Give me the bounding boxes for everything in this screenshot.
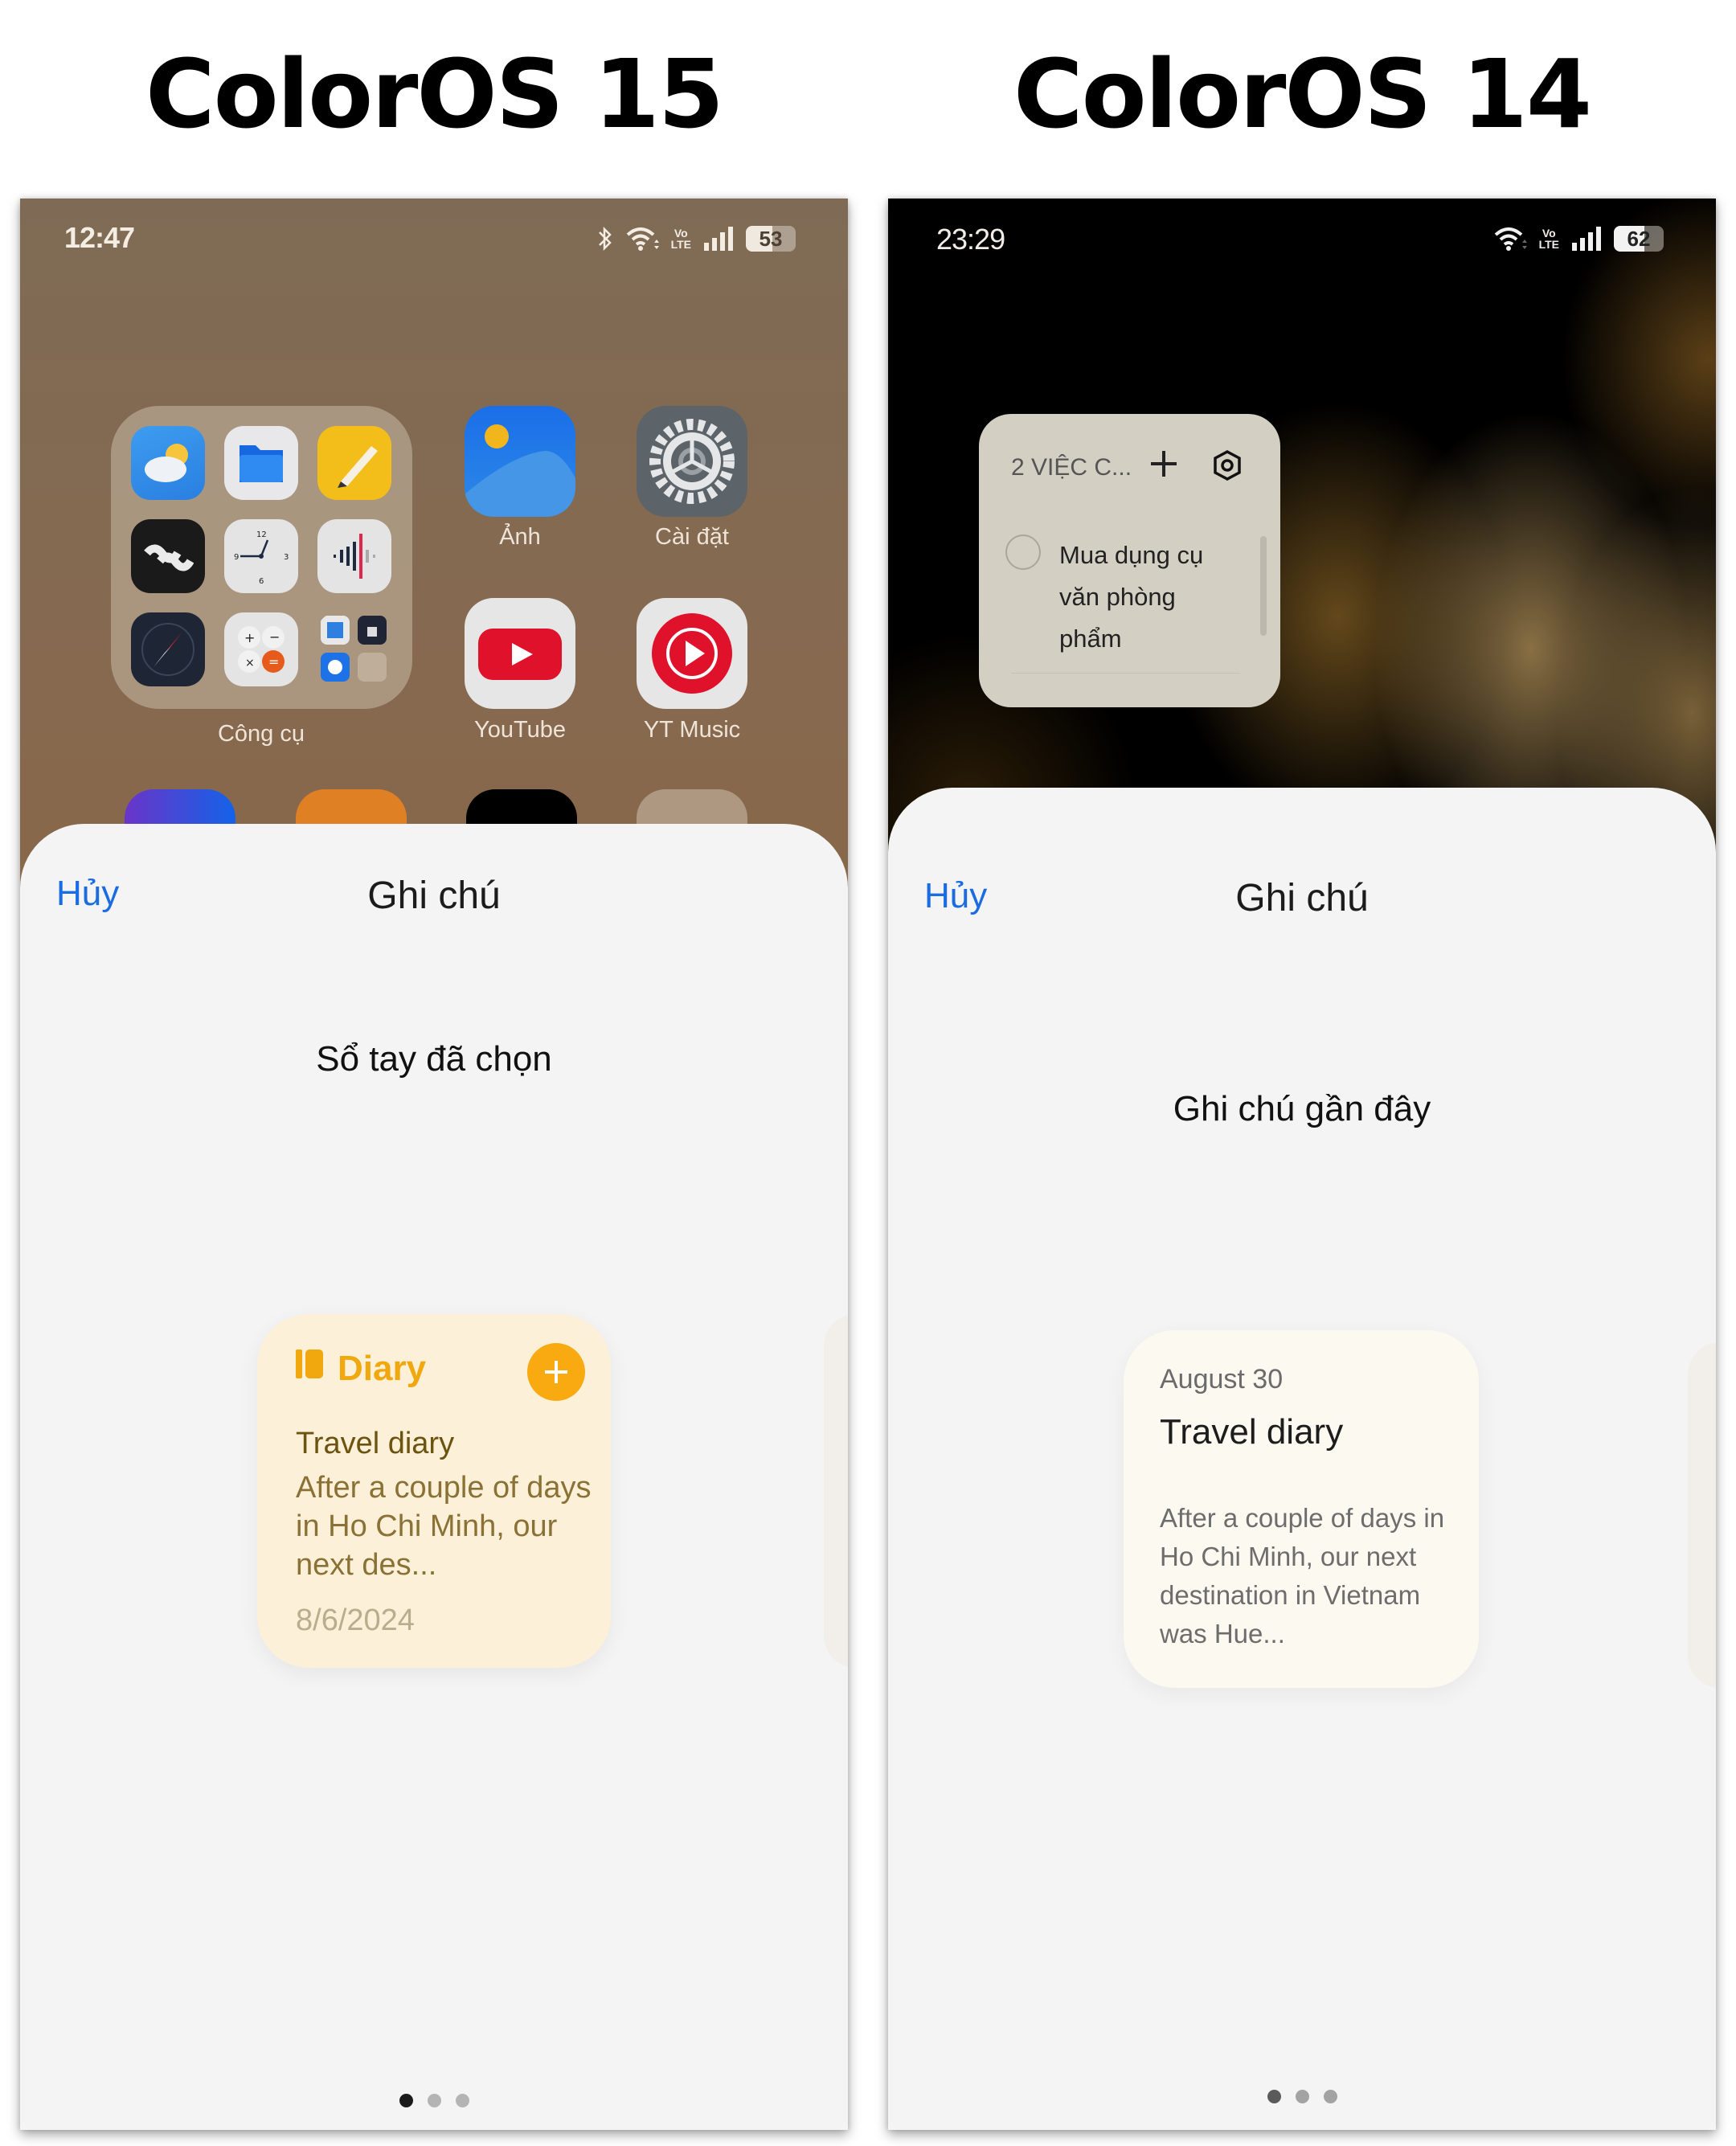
todo-widget[interactable]: 2 VIỆC C... Mua dụng cụ văn phòng phẩm — [979, 414, 1280, 707]
settings-app-icon[interactable] — [637, 406, 747, 517]
page-dot[interactable] — [1295, 2090, 1309, 2103]
volte-icon: Vo LTE — [670, 227, 691, 251]
plus-icon[interactable] — [1148, 448, 1180, 484]
youtube-app-icon[interactable] — [465, 598, 575, 709]
svg-text:×: × — [245, 657, 255, 670]
sheet-title: Ghi chú — [367, 874, 501, 917]
phone-coloros-14: 23:29 Vo LTE 62 2 VIỆC C... Mua dụng cụ … — [888, 199, 1716, 2130]
plus-icon — [545, 1361, 567, 1383]
note-body: After a couple of days in Ho Chi Minh, o… — [1160, 1503, 1445, 1648]
add-note-button[interactable] — [527, 1343, 585, 1401]
mini-folder-icon[interactable] — [317, 612, 391, 686]
signal-icon — [702, 225, 735, 252]
settings-hexagon-icon[interactable] — [1212, 449, 1243, 485]
files-app-icon[interactable] — [224, 426, 298, 500]
app-label-yt-music: YT Music — [643, 717, 741, 743]
todo-header: 2 VIỆC C... — [1011, 454, 1132, 481]
svg-text:6: 6 — [259, 577, 264, 586]
next-widget-peek[interactable] — [1688, 1342, 1716, 1688]
heading-coloros-14: ColorOS 14 — [1013, 39, 1592, 149]
note-date: 8/6/2024 — [296, 1603, 415, 1637]
signal-icon — [1570, 225, 1603, 252]
status-time: 23:29 — [936, 223, 1005, 256]
calculator-app-icon[interactable]: + − × = — [224, 612, 298, 686]
page-indicator — [888, 2090, 1716, 2103]
page-indicator — [20, 2094, 848, 2107]
notes-app-icon[interactable] — [317, 426, 391, 500]
svg-text:3: 3 — [284, 553, 289, 562]
status-bar: 12:47 Vo LTE 53 — [20, 199, 848, 287]
task-text: Mua dụng cụ văn phòng phẩm — [1059, 541, 1204, 653]
svg-text:+: + — [244, 630, 255, 645]
sheet-subtitle: Ghi chú gần đây — [1173, 1089, 1431, 1128]
note-body: After a couple of days in Ho Chi Minh, o… — [296, 1471, 592, 1582]
svg-text:=: = — [268, 654, 279, 670]
wifi-icon — [624, 225, 660, 252]
volte-icon: Vo LTE — [1538, 227, 1559, 251]
svg-text:−: − — [269, 629, 280, 645]
app-label-photos: Ảnh — [499, 524, 541, 550]
phone-coloros-15: 12:47 Vo LTE 53 12 9 3 6 + − × = Công cụ… — [20, 199, 848, 2130]
status-bar: 23:29 Vo LTE 62 — [888, 199, 1716, 287]
notebook-name: Diary — [338, 1348, 427, 1388]
battery-icon: 62 — [1614, 226, 1664, 252]
note-date: August 30 — [1160, 1364, 1284, 1394]
widget-picker-sheet: Hủy Ghi chú Sổ tay đã chọn Diary Travel … — [20, 824, 848, 2130]
next-widget-peek[interactable] — [824, 1314, 848, 1668]
widget-picker-sheet: Hủy Ghi chú Ghi chú gần đây August 30 Tr… — [888, 788, 1716, 2130]
page-dot[interactable] — [455, 2094, 469, 2107]
task-checkbox[interactable] — [1005, 534, 1041, 570]
note-title: Travel diary — [296, 1427, 455, 1460]
bluetooth-icon — [597, 225, 613, 252]
page-dot-active[interactable] — [1267, 2090, 1281, 2103]
app-label-youtube: YouTube — [474, 717, 566, 743]
compass-app-icon[interactable] — [131, 612, 205, 686]
battery-icon: 53 — [746, 226, 796, 252]
status-time: 12:47 — [64, 221, 135, 254]
recent-note-widget-preview[interactable]: August 30 Travel diary After a couple of… — [1124, 1330, 1479, 1688]
photos-app-icon[interactable] — [465, 406, 575, 517]
clock-app-icon[interactable]: 12 9 3 6 — [224, 519, 298, 593]
wifi-icon — [1492, 225, 1528, 252]
weather-app-icon[interactable] — [131, 426, 205, 500]
divider — [1011, 673, 1240, 674]
diary-widget-preview[interactable]: Diary Travel diary After a couple of day… — [257, 1314, 611, 1668]
page-dot[interactable] — [1323, 2090, 1337, 2103]
folder-label: Công cụ — [217, 721, 305, 747]
svg-text:12: 12 — [256, 530, 267, 539]
notebook-icon — [296, 1348, 323, 1389]
page-dot[interactable] — [427, 2094, 441, 2107]
sheet-subtitle: Sổ tay đã chọn — [316, 1039, 552, 1079]
recorder-app-icon[interactable] — [317, 519, 391, 593]
note-title: Travel diary — [1160, 1412, 1344, 1452]
scrollbar[interactable] — [1260, 536, 1267, 636]
app-label-settings: Cài đặt — [655, 524, 729, 550]
yt-music-app-icon[interactable] — [637, 598, 747, 709]
page-dot-active[interactable] — [399, 2094, 413, 2107]
svg-text:9: 9 — [234, 553, 239, 562]
heading-coloros-15: ColorOS 15 — [145, 39, 724, 149]
folder-cong-cu[interactable]: 12 9 3 6 + − × = — [111, 406, 412, 709]
wallet-app-icon[interactable] — [131, 519, 205, 593]
sheet-title: Ghi chú — [1235, 877, 1369, 919]
